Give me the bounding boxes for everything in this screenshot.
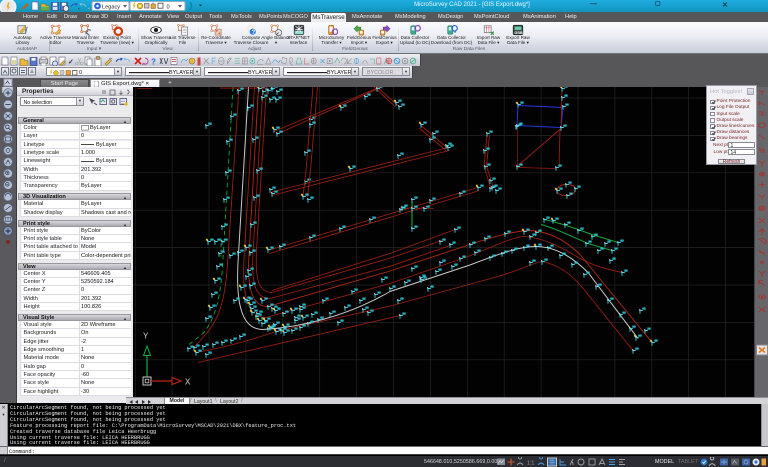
svg-text:1:1: 1:1	[527, 461, 534, 467]
svg-text:X: X	[185, 377, 191, 386]
svg-text:✓: ✓	[68, 59, 74, 66]
svg-text:0: 0	[167, 4, 170, 10]
svg-text:Y: Y	[143, 331, 149, 340]
svg-text:?: ?	[252, 29, 256, 35]
svg-text:Legacy: Legacy	[102, 4, 120, 10]
svg-text:GSB: GSB	[514, 30, 523, 34]
